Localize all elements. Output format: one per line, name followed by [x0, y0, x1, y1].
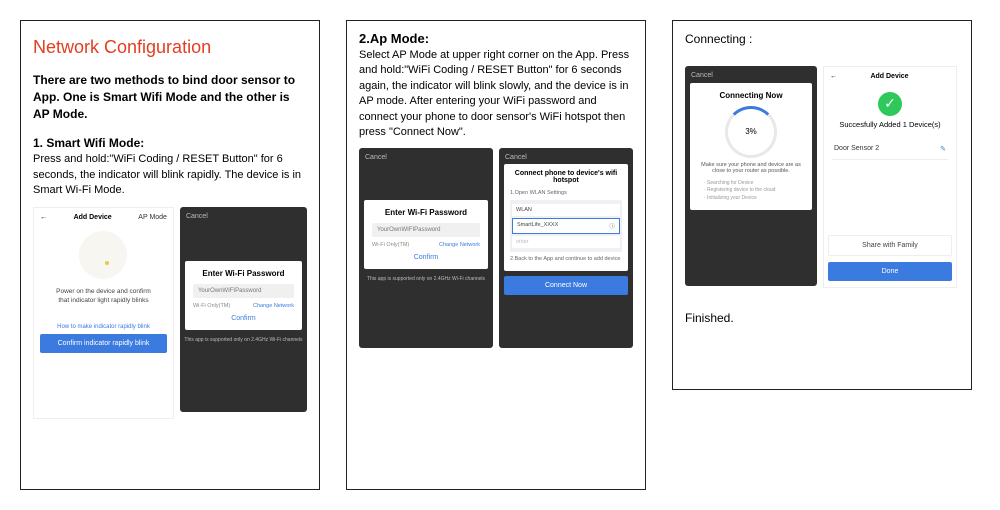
done-button[interactable]: Done	[828, 262, 952, 281]
panel-3: Connecting : Cancel Connecting Now 3% Ma…	[672, 20, 972, 390]
wifi-password-input[interactable]: YourOwnWIFIPassword	[193, 284, 294, 298]
share-button[interactable]: Share with Family	[828, 235, 952, 256]
ap-mode-link[interactable]: AP Mode	[138, 214, 167, 221]
progress-percent: 3%	[745, 127, 757, 136]
mode1-body: Press and hold:"WiFi Coding / RESET Butt…	[33, 152, 307, 198]
change-network-link[interactable]: Change Network	[253, 303, 294, 309]
progress-msg: Make sure your phone and device are as c…	[698, 162, 804, 174]
back-icon[interactable]: ←	[830, 73, 837, 80]
panel-1: Network Configuration There are two meth…	[20, 20, 320, 490]
cancel-button[interactable]: Cancel	[180, 207, 307, 220]
step2-label: 2.Back to the App and continue to add de…	[510, 256, 622, 262]
connecting-label: Connecting :	[685, 31, 959, 48]
cancel-button[interactable]: Cancel	[685, 66, 817, 79]
header-title: Add Device	[870, 73, 908, 80]
edit-icon[interactable]: ✎	[940, 145, 946, 153]
phone-wifi-password-ap: Cancel Enter Wi-Fi Password YourOwnWIFIP…	[359, 148, 493, 348]
cancel-button[interactable]: Cancel	[499, 148, 633, 161]
header-title: Add Device	[74, 214, 112, 221]
back-icon[interactable]: ←	[40, 214, 47, 221]
cancel-button[interactable]: Cancel	[359, 148, 493, 161]
wifi-title: Enter Wi-Fi Password	[193, 269, 294, 278]
how-link[interactable]: How to make indicator rapidly blink	[34, 324, 173, 330]
section-title: Network Configuration	[33, 37, 307, 58]
wifi-title: Enter Wi-Fi Password	[372, 208, 480, 217]
connect-now-button[interactable]: Connect Now	[504, 276, 628, 295]
connecting-title: Connecting Now	[696, 91, 806, 100]
intro-text: There are two methods to bind door senso…	[33, 72, 307, 122]
device-name: Door Sensor 2	[834, 145, 879, 153]
wifi-note: This app is supported only on 2.4GHz Wi-…	[180, 335, 307, 349]
hotspot-title: Connect phone to device's wifi hotspot	[510, 170, 622, 184]
phone-hotspot: Cancel Connect phone to device's wifi ho…	[499, 148, 633, 348]
indicator-dot	[105, 261, 109, 265]
finished-label: Finished.	[685, 310, 959, 327]
wifi-only-label: Wi-Fi Only(TM)	[193, 303, 230, 309]
mode2-heading: 2.Ap Mode:	[359, 31, 633, 46]
mode2-body: Select AP Mode at upper right corner on …	[359, 48, 633, 140]
change-network-link[interactable]: Change Network	[439, 242, 480, 248]
wifi-only-label: Wi-Fi Only(TM)	[372, 242, 409, 248]
wifi-password-input[interactable]: YourOwnWIFIPassword	[372, 223, 480, 237]
blink-text: that indicator light rapidly blinks	[34, 296, 173, 306]
phone-connecting: Cancel Connecting Now 3% Make sure your …	[685, 66, 817, 286]
wlan-row-selected[interactable]: SmartLife_XXXXⓘ	[512, 218, 620, 234]
progress-spinner: 3%	[725, 106, 777, 158]
confirm-blink-button[interactable]: Confirm indicator rapidly blink	[40, 334, 167, 353]
indicator-circle	[79, 231, 127, 279]
bullet-2: · Registering device to the cloud	[696, 187, 806, 195]
panel-2: 2.Ap Mode: Select AP Mode at upper right…	[346, 20, 646, 490]
power-text: Power on the device and confirm	[34, 287, 173, 297]
success-check-icon: ✓	[878, 92, 902, 116]
bullet-3: · Initializing your Device	[696, 195, 806, 203]
phone-add-device: ← Add Device AP Mode Power on the device…	[33, 207, 174, 419]
wlan-row[interactable]: WLAN	[512, 204, 620, 216]
step1-label: 1.Open WLAN Settings	[510, 190, 622, 196]
wlan-row[interactable]: other	[512, 236, 620, 248]
phone-wifi-password: Cancel Enter Wi-Fi Password YourOwnWIFIP…	[180, 207, 307, 412]
wifi-note: This app is supported only on 2.4GHz Wi-…	[359, 274, 493, 288]
mode1-heading: 1. Smart Wifi Mode:	[33, 136, 307, 150]
bullet-1: · Searching for Device	[696, 180, 806, 188]
success-text: Succesfully Added 1 Device(s)	[824, 120, 956, 129]
phone-success: ← Add Device ✓ Succesfully Added 1 Device…	[823, 66, 957, 288]
confirm-button[interactable]: Confirm	[193, 315, 294, 322]
confirm-button[interactable]: Confirm	[372, 254, 480, 261]
